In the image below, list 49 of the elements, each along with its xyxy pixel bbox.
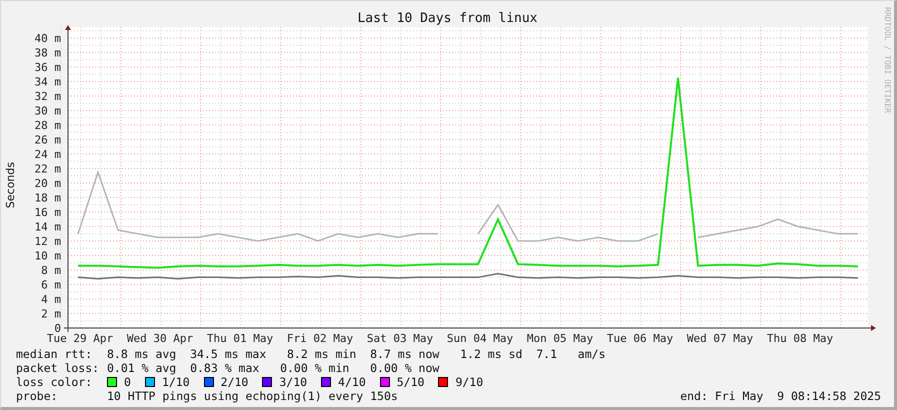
tick-label: Tue 06 May [606, 332, 674, 345]
legend-stats: 0.01 % avg 0.83 % max 0.00 % min 0.00 % now [107, 361, 440, 375]
tick-label: 10 m [34, 250, 61, 262]
tick-label: Wed 30 Apr [126, 332, 194, 345]
legend-value: 3/10 [279, 375, 308, 389]
tick-label: 20 m [34, 177, 61, 190]
tick-label: 18 m [34, 192, 61, 204]
tick-label: 32 m [34, 90, 61, 103]
tick-label: Sat 03 May [366, 332, 434, 345]
tick-label: Tue 29 Apr [46, 332, 114, 345]
tick-label: 30 m [34, 104, 61, 118]
tick-label: 28 m [34, 119, 61, 132]
tick-label: Fri 02 May [286, 332, 354, 345]
legend-label: median rtt: [16, 347, 94, 361]
tick-label: 34 m [34, 76, 61, 88]
legend-stats: 8.8 ms avg 34.5 ms max 8.2 ms min 8.7 ms now 1.2 ms sd 7.1 am/s [107, 347, 606, 361]
tick-label: Thu 01 May [206, 332, 274, 345]
end-time: end: Fri May 9 08:14:58 2025 [680, 389, 881, 403]
tick-label: 22 m [34, 162, 61, 176]
y-axis-label: Seconds [5, 162, 17, 209]
legend-label: probe: [16, 389, 59, 403]
tick-label: Sun 04 May [446, 332, 514, 345]
tick-label: 8 m [41, 264, 61, 277]
tick-label: 0 [54, 322, 61, 335]
legend-value: 1/10 [162, 375, 190, 389]
tick-label: Wed 07 May [686, 332, 754, 345]
tick-label: 6 m [41, 278, 61, 292]
legend-value: 2/10 [220, 375, 248, 389]
tick-label: 40 m [34, 32, 61, 45]
legend-label: packet loss: [16, 361, 100, 375]
tick-label: 36 m [34, 61, 61, 74]
credit-text: RRDTOOL / TOBI OETIKER [883, 7, 892, 113]
tick-label: Thu 08 May [766, 332, 834, 345]
legend-value: 9/10 [455, 375, 484, 389]
tick-label: 38 m [34, 46, 61, 60]
legend-value: 4/10 [338, 375, 366, 389]
tick-label: 14 m [34, 220, 61, 234]
tick-label: 16 m [34, 206, 61, 219]
tick-label: Mon 05 May [526, 332, 594, 345]
legend-value: 0 [124, 375, 131, 389]
probe-text: 10 HTTP pings using echoping(1) every 150s [107, 389, 398, 403]
tick-label: 26 m [34, 134, 61, 146]
tick-label: 2 m [41, 308, 61, 320]
legend-value: 5/10 [396, 375, 424, 389]
legend-label: loss color: [16, 375, 94, 389]
chart-title: Last 10 Days from linux [357, 12, 538, 25]
tick-label: 4 m [41, 293, 61, 306]
tick-label: 24 m [34, 148, 61, 161]
tick-label: 12 m [34, 235, 61, 248]
